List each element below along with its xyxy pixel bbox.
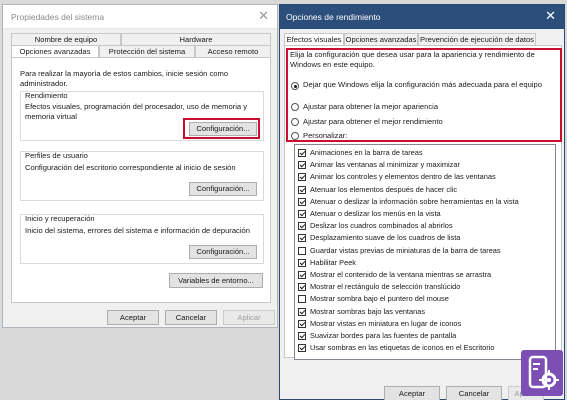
effect-checkbox[interactable]	[298, 197, 306, 206]
effect-row[interactable]: Usar sombras en las etiquetas de iconos …	[298, 343, 553, 353]
effect-label: Suavizar bordes para las fuentes de pant…	[310, 331, 457, 340]
advanced-options-panel: Para realizar la mayoría de estos cambio…	[11, 57, 271, 303]
effect-row[interactable]: Animar los controles y elementos dentro …	[298, 172, 553, 182]
user-profiles-group-label: Perfiles de usuario	[25, 151, 88, 160]
effect-row[interactable]: Mostrar sombra bajo el puntero del mouse	[298, 294, 553, 304]
cancel-button[interactable]: Cancelar	[165, 310, 217, 325]
effect-checkbox[interactable]	[298, 307, 306, 316]
effect-label: Mostrar sombra bajo el puntero del mouse	[310, 294, 449, 304]
effect-label: Mostrar el rectángulo de selección trans…	[310, 282, 461, 292]
visual-options-highlight	[286, 48, 562, 142]
effect-row[interactable]: Mostrar el contenido de la ventana mient…	[298, 270, 553, 280]
effect-label: Mostrar el contenido de la ventana mient…	[310, 270, 492, 279]
startup-recovery-group: Inicio y recuperación Inicio del sistema…	[20, 214, 264, 264]
effect-row[interactable]: Animar las ventanas al minimizar y maxim…	[298, 160, 553, 170]
performance-options-window: Opciones de rendimiento ✕ Efectos visual…	[279, 4, 565, 400]
effect-checkbox[interactable]	[298, 344, 306, 353]
close-icon[interactable]: ✕	[545, 9, 556, 23]
performance-options-titlebar: Opciones de rendimiento ✕	[280, 5, 564, 29]
effect-checkbox[interactable]	[298, 319, 306, 328]
tab-remote-access[interactable]: Acceso remoto	[195, 45, 271, 57]
effect-row[interactable]: Animaciones en la barra de tareas	[298, 148, 553, 158]
startup-recovery-settings-button[interactable]: Configuración...	[189, 245, 257, 259]
effect-row[interactable]: Mostrar vistas en miniatura en lugar de …	[298, 319, 553, 329]
effect-checkbox[interactable]	[298, 149, 306, 157]
tab-hardware[interactable]: Hardware	[121, 33, 271, 45]
tab-computer-name[interactable]: Nombre de equipo	[11, 33, 121, 45]
effect-row[interactable]: Atenuar o deslizar los menús en la vista	[298, 209, 553, 219]
window-title: Opciones de rendimiento	[286, 12, 381, 22]
ok-button[interactable]: Aceptar	[384, 386, 440, 400]
visual-effects-list[interactable]: Animaciones en la barra de tareas Animar …	[294, 144, 556, 360]
effect-checkbox[interactable]	[298, 258, 306, 267]
effect-row[interactable]: Atenuar o deslizar la información sobre …	[298, 197, 553, 207]
effect-label: Mostrar vistas en miniatura en lugar de …	[310, 318, 462, 328]
performance-settings-highlight	[183, 118, 260, 139]
effect-row[interactable]: Deslizar los cuadros combinados al abrir…	[298, 221, 553, 231]
tab-advanced-options[interactable]: Opciones avanzadas	[11, 45, 99, 57]
tab-visual-effects[interactable]: Efectos visuales	[284, 33, 344, 45]
effect-row[interactable]: Mostrar sombras bajo las ventanas	[298, 307, 553, 317]
cancel-button[interactable]: Cancelar	[446, 386, 502, 400]
system-properties-titlebar: Propiedades del sistema ✕	[3, 5, 277, 29]
effect-row[interactable]: Atenuar los elementos después de hacer c…	[298, 185, 553, 195]
effect-label: Mostrar sombras bajo las ventanas	[310, 306, 426, 316]
effect-checkbox[interactable]	[298, 246, 306, 255]
effect-label: Atenuar o deslizar los menús en la vista	[310, 209, 441, 218]
effect-label: Animar las ventanas al minimizar y maxim…	[310, 160, 460, 170]
effect-label: Deslizar los cuadros combinados al abrir…	[310, 221, 453, 231]
user-profiles-group: Perfiles de usuario Configuración del es…	[20, 151, 264, 201]
effect-row[interactable]: Desplazamiento suave de los cuadros de l…	[298, 233, 553, 243]
system-properties-window: Propiedades del sistema ✕ Nombre de equi…	[2, 4, 278, 328]
tab-advanced-options[interactable]: Opciones avanzadas	[344, 33, 418, 45]
tab-system-protection[interactable]: Protección del sistema	[99, 45, 195, 57]
effect-label: Usar sombras en las etiquetas de iconos …	[310, 343, 495, 353]
ok-button[interactable]: Aceptar	[107, 310, 159, 325]
window-title: Propiedades del sistema	[11, 12, 105, 22]
effect-checkbox[interactable]	[298, 283, 306, 292]
effect-label: Atenuar o deslizar la información sobre …	[310, 196, 519, 206]
effect-label: Desplazamiento suave de los cuadros de l…	[310, 233, 461, 243]
effect-checkbox[interactable]	[298, 173, 306, 182]
effect-checkbox[interactable]	[298, 222, 306, 231]
effect-label: Habilitar Peek	[310, 257, 357, 267]
effect-checkbox[interactable]	[298, 161, 306, 170]
close-icon[interactable]: ✕	[258, 9, 269, 23]
effect-label: Animaciones en la barra de tareas	[310, 148, 423, 157]
user-profiles-settings-button[interactable]: Configuración...	[189, 182, 257, 196]
gear-phone-logo-icon	[521, 350, 563, 396]
effect-label: Animar los controles y elementos dentro …	[310, 172, 496, 182]
user-profiles-description: Configuración del escritorio correspondi…	[25, 163, 236, 172]
effect-checkbox[interactable]	[298, 234, 306, 243]
effect-checkbox[interactable]	[298, 332, 306, 340]
effect-row[interactable]: Habilitar Peek	[298, 258, 553, 268]
apply-button[interactable]: Aplicar	[223, 310, 275, 325]
admin-note: Para realizar la mayoría de estos cambio…	[20, 69, 229, 88]
effect-label: Guardar vistas previas de miniaturas de …	[310, 245, 501, 255]
effect-row[interactable]: Guardar vistas previas de miniaturas de …	[298, 246, 553, 256]
environment-variables-button[interactable]: Variables de entorno...	[169, 273, 263, 288]
effect-row[interactable]: Mostrar el rectángulo de selección trans…	[298, 282, 553, 292]
effect-checkbox[interactable]	[298, 185, 306, 194]
tab-data-execution-prevention[interactable]: Prevención de ejecución de datos	[418, 33, 536, 45]
effect-checkbox[interactable]	[298, 210, 306, 218]
effect-checkbox[interactable]	[298, 295, 306, 304]
effect-row[interactable]: Suavizar bordes para las fuentes de pant…	[298, 331, 553, 341]
effect-label: Atenuar los elementos después de hacer c…	[310, 184, 458, 194]
startup-recovery-group-label: Inicio y recuperación	[25, 214, 95, 223]
effect-checkbox[interactable]	[298, 271, 306, 279]
startup-recovery-description: Inicio del sistema, errores del sistema …	[25, 226, 250, 235]
performance-group-label: Rendimiento	[25, 91, 68, 100]
